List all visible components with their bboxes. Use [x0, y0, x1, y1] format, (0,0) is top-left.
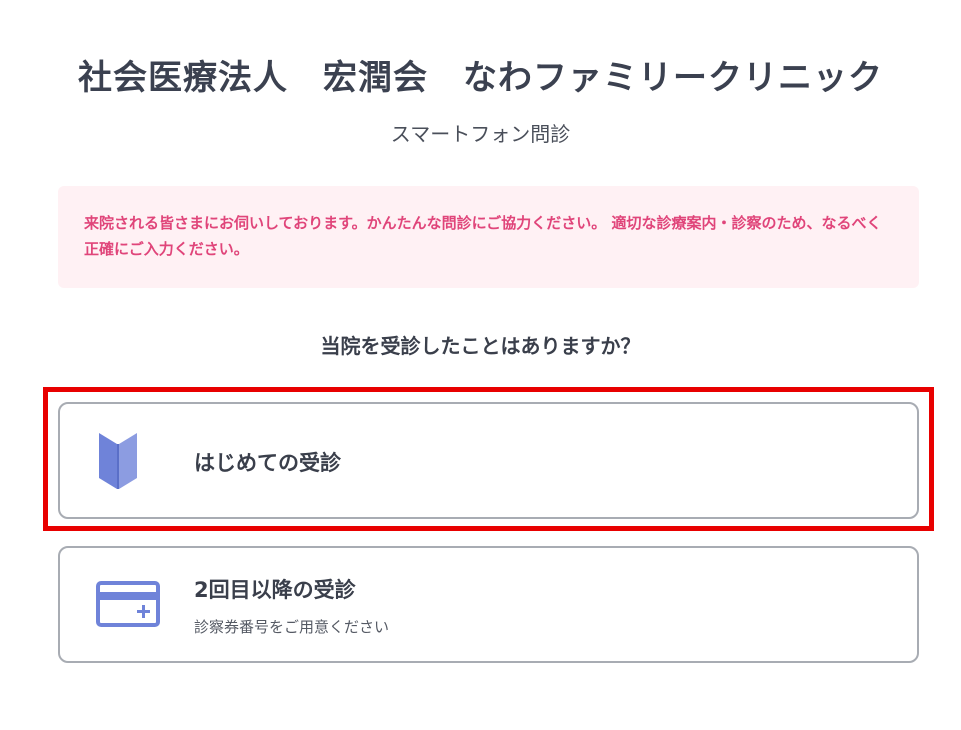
page-subtitle: スマートフォン問診	[390, 122, 571, 146]
beginner-mark-icon	[96, 429, 140, 495]
visit-question: 当院を受診したことはありますか？	[320, 334, 641, 358]
notice-text: 来院される皆さまにお伺いしております。かんたんな問診にご協力ください。 適切な診…	[84, 214, 882, 258]
return-visit-button[interactable]: 2回目以降の受診 診察券番号をご用意ください	[58, 546, 919, 663]
return-visit-label: 2回目以降の受診	[194, 578, 356, 602]
first-visit-label: はじめての受診	[194, 451, 341, 475]
notice-banner: 来院される皆さまにお伺いしております。かんたんな問診にご協力ください。 適切な診…	[58, 186, 919, 288]
card-icon	[96, 581, 160, 631]
clinic-title: 社会医療法人 宏潤会 なわファミリークリニック	[78, 58, 883, 98]
first-visit-button[interactable]: はじめての受診	[58, 402, 919, 519]
return-visit-hint: 診察券番号をご用意ください	[194, 618, 390, 636]
